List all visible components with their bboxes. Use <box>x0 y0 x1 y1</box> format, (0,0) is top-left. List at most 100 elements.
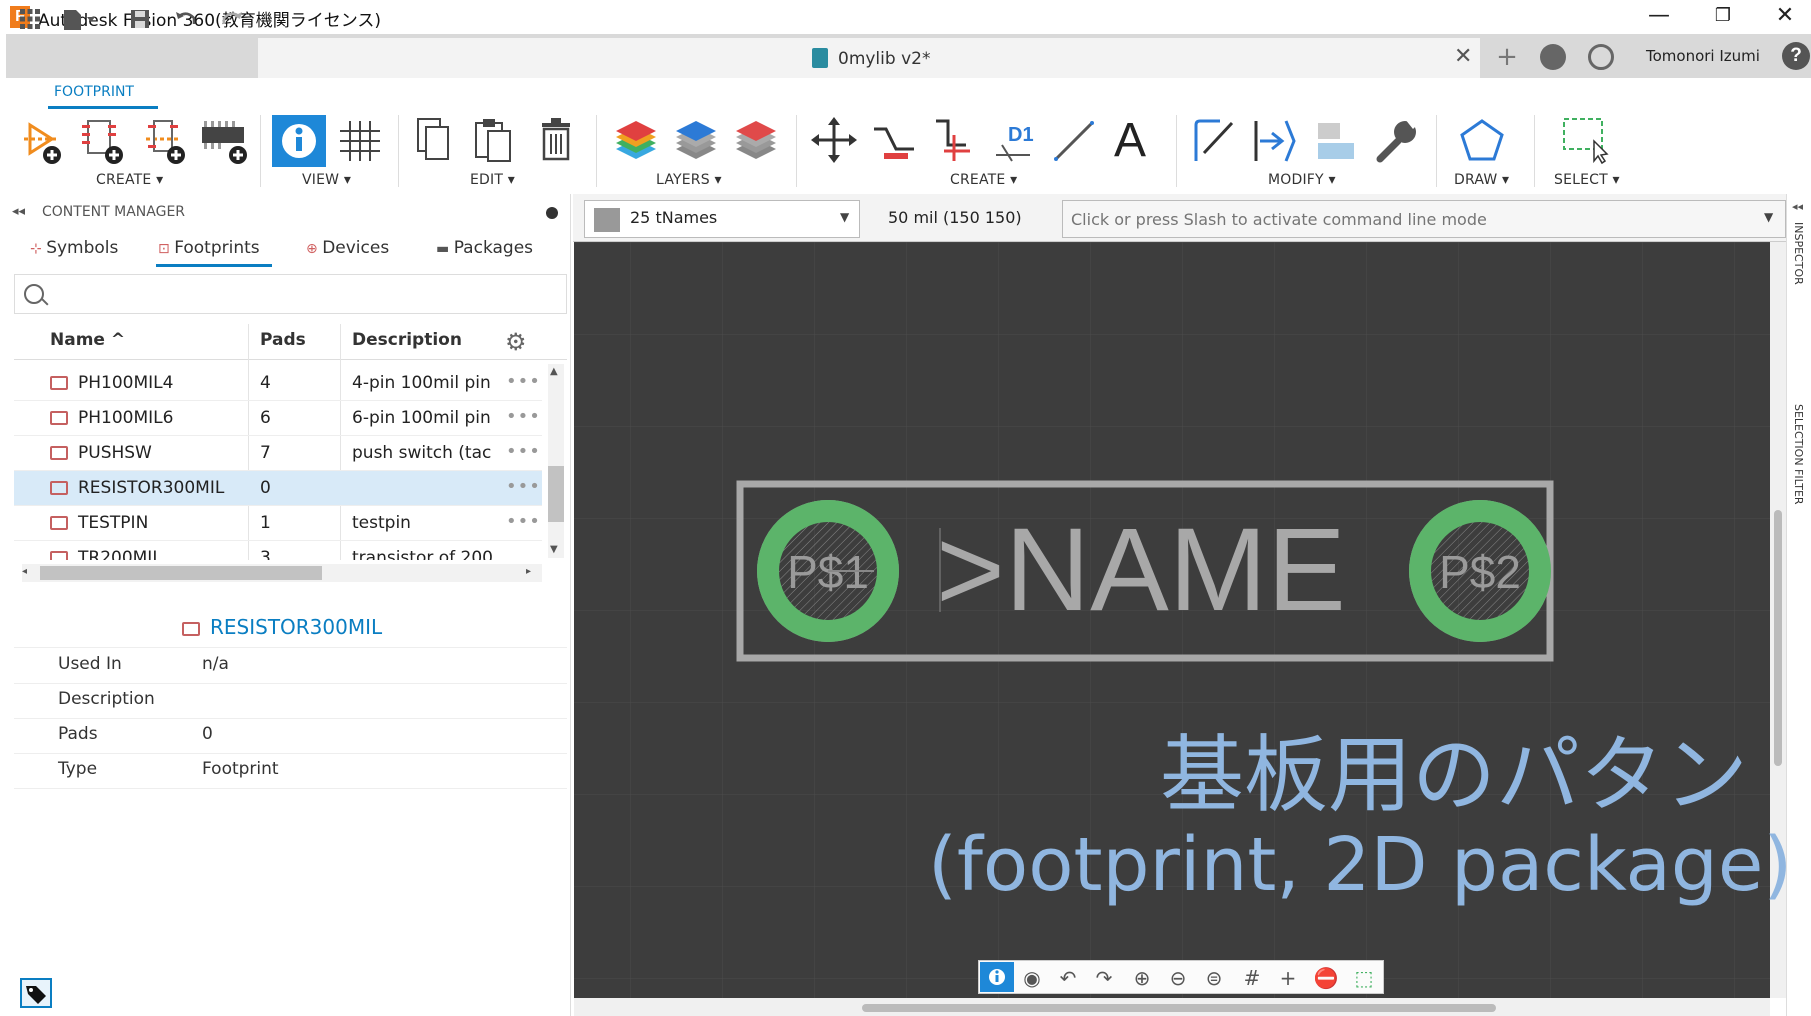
column-settings-gear-icon[interactable]: ⚙ <box>505 328 527 356</box>
row-description: testpin <box>352 513 411 533</box>
text-tool-icon[interactable]: A <box>1114 115 1164 167</box>
copy-icon[interactable] <box>412 115 462 167</box>
table-row[interactable]: TESTPIN 1 testpin ••• <box>14 506 542 541</box>
apps-grid-icon[interactable] <box>16 8 44 36</box>
line-icon[interactable] <box>1050 115 1100 167</box>
create-group-label-2[interactable]: CREATE ▾ <box>950 172 1017 188</box>
paste-icon[interactable] <box>472 115 522 167</box>
table-row-partial[interactable]: TR200MIL 3 transistor of 200 <box>14 541 542 560</box>
help-icon[interactable]: ? <box>1782 42 1810 70</box>
label-icon[interactable]: D1 <box>990 115 1040 167</box>
chevron-down-icon[interactable]: ▼ <box>840 210 849 224</box>
split-icon[interactable] <box>1250 115 1300 167</box>
list-scroll-thumb[interactable] <box>548 466 564 522</box>
selection-filter-tab[interactable]: SELECTION FILTER <box>1792 404 1805 505</box>
miter-icon[interactable] <box>1190 115 1240 167</box>
list-hscroll-thumb[interactable] <box>40 566 322 580</box>
dimension-icon[interactable] <box>930 115 980 167</box>
select-group-label[interactable]: SELECT ▾ <box>1554 172 1620 188</box>
modify-group-label[interactable]: MODIFY ▾ <box>1268 172 1336 188</box>
nav-undo-icon[interactable]: ↶ <box>1054 966 1082 990</box>
layers-color-icon[interactable] <box>612 115 662 167</box>
command-line-input[interactable] <box>1062 200 1786 238</box>
user-account[interactable]: Tomonori Izumi <box>1646 47 1760 65</box>
tab-devices[interactable]: ⊕ Devices <box>306 238 389 258</box>
layers-red-icon[interactable] <box>732 115 782 167</box>
polygon-icon[interactable] <box>1458 115 1508 167</box>
list-vertical-scrollbar[interactable] <box>548 364 564 558</box>
search-input[interactable] <box>14 274 567 314</box>
stop-icon[interactable]: ⛔ <box>1312 966 1340 990</box>
zoom-fit-icon[interactable]: ⊜ <box>1200 966 1228 990</box>
row-menu-button[interactable]: ••• <box>506 441 541 462</box>
table-row[interactable]: PH100MIL6 6 6-pin 100mil pin ••• <box>14 401 542 436</box>
nav-select-icon[interactable]: ⬚ <box>1350 966 1378 990</box>
close-window-button[interactable]: ✕ <box>1760 0 1810 34</box>
collapse-panel-icon[interactable]: ◂◂ <box>12 204 25 219</box>
add-pad-icon[interactable] <box>16 115 66 167</box>
route-wire-icon[interactable] <box>870 115 920 167</box>
undo-icon[interactable] <box>172 8 200 36</box>
canvas-hscroll-thumb[interactable] <box>862 1004 1496 1012</box>
select-window-icon[interactable] <box>1560 115 1610 167</box>
row-menu-button[interactable]: ••• <box>506 406 541 427</box>
tab-symbols[interactable]: ⊹ Symbols <box>30 238 118 258</box>
minimize-button[interactable]: — <box>1634 0 1684 34</box>
grid-icon[interactable] <box>336 115 386 167</box>
scroll-left-arrow-icon[interactable]: ◂ <box>22 566 27 577</box>
layers-group-label[interactable]: LAYERS ▾ <box>656 172 722 188</box>
column-name[interactable]: Name ^ <box>50 330 125 350</box>
job-status-icon[interactable] <box>1540 44 1566 70</box>
name-text: >NAME <box>936 504 1346 636</box>
delete-icon[interactable] <box>534 115 584 167</box>
add-package-icon[interactable] <box>200 115 250 167</box>
nav-info-icon[interactable] <box>980 962 1014 992</box>
tab-footprints[interactable]: ⊡ Footprints <box>158 238 260 258</box>
view-group-label[interactable]: VIEW ▾ <box>302 172 351 188</box>
expand-rail-icon[interactable]: ◂◂ <box>1792 200 1803 213</box>
scroll-right-arrow-icon[interactable]: ▸ <box>526 566 531 577</box>
info-icon[interactable] <box>272 115 326 167</box>
tab-packages[interactable]: ▬ Packages <box>436 238 533 258</box>
table-row[interactable]: PUSHSW 7 push switch (tac ••• <box>14 436 542 471</box>
table-row-selected[interactable]: RESISTOR300MIL 0 ••• <box>14 471 542 506</box>
inspector-tab[interactable]: INSPECTOR <box>1792 222 1805 285</box>
visibility-eye-icon[interactable]: ◉ <box>1018 966 1046 990</box>
canvas-scroll-thumb[interactable] <box>1774 510 1782 766</box>
content-manager-panel <box>6 194 571 1016</box>
row-menu-button[interactable]: ••• <box>506 371 541 392</box>
nav-grid-icon[interactable]: # <box>1238 966 1266 990</box>
table-row[interactable]: PH100MIL4 4 4-pin 100mil pin ••• <box>14 366 542 401</box>
draw-group-label[interactable]: DRAW ▾ <box>1454 172 1509 188</box>
redo-icon[interactable] <box>218 8 246 36</box>
panel-options-icon[interactable] <box>546 207 558 219</box>
column-description[interactable]: Description <box>352 330 462 350</box>
add-smd-icon[interactable] <box>78 115 128 167</box>
chevron-down-icon[interactable]: ▼ <box>1764 210 1773 224</box>
add-footprint-icon[interactable] <box>140 115 190 167</box>
row-menu-button[interactable]: ••• <box>506 476 541 497</box>
layers-blue-icon[interactable] <box>672 115 722 167</box>
row-menu-button[interactable]: ••• <box>506 511 541 532</box>
notifications-clock-icon[interactable] <box>1588 44 1614 70</box>
close-tab-button[interactable]: ✕ <box>1454 44 1472 69</box>
save-icon[interactable] <box>126 8 154 36</box>
new-tab-button[interactable]: + <box>1490 42 1524 74</box>
column-pads[interactable]: Pads <box>260 330 306 350</box>
properties-wrench-icon[interactable] <box>1372 115 1422 167</box>
tab-footprint[interactable]: FOOTPRINT <box>54 84 134 100</box>
restore-button[interactable]: ❐ <box>1698 0 1748 34</box>
edit-group-label[interactable]: EDIT ▾ <box>470 172 515 188</box>
tag-icon[interactable] <box>20 978 52 1008</box>
crosshair-icon[interactable]: + <box>1274 966 1302 990</box>
move-icon[interactable] <box>810 115 860 167</box>
nav-redo-icon[interactable]: ↷ <box>1090 966 1118 990</box>
scroll-up-arrow-icon[interactable]: ▲ <box>550 366 558 377</box>
create-group-label[interactable]: CREATE ▾ <box>96 172 163 188</box>
zoom-in-icon[interactable]: ⊕ <box>1128 966 1156 990</box>
align-icon[interactable] <box>1312 115 1362 167</box>
file-menu-icon[interactable] <box>62 8 95 36</box>
layer-dropdown[interactable] <box>584 200 860 238</box>
scroll-down-arrow-icon[interactable]: ▼ <box>550 544 558 555</box>
zoom-out-icon[interactable]: ⊖ <box>1164 966 1192 990</box>
